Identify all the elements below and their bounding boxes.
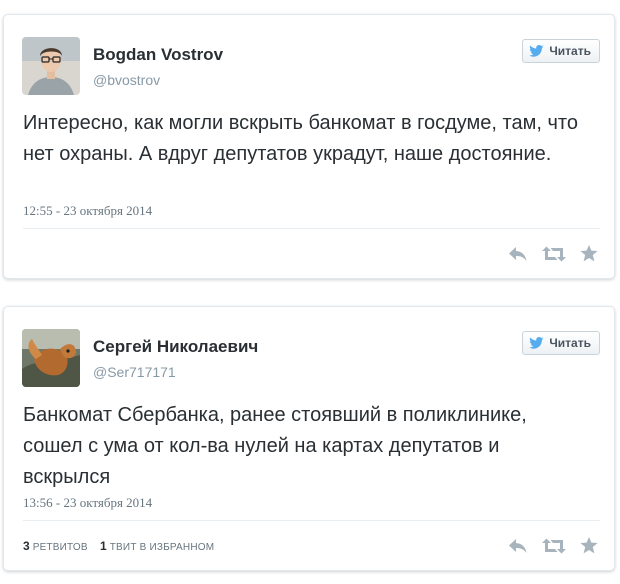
tweet-timestamp[interactable]: 13:56 - 23 октября 2014 (23, 495, 152, 511)
tweet-card: Bogdan Vostrov @bvostrov Читать Интересн… (3, 14, 615, 279)
follow-button[interactable]: Читать (522, 331, 600, 355)
avatar[interactable] (22, 37, 80, 95)
retweets-count[interactable]: 3 (23, 539, 30, 553)
avatar[interactable] (22, 329, 80, 387)
tweet-text: Интересно, как могли вскрыть банкомат в … (23, 112, 578, 165)
divider (23, 228, 600, 229)
twitter-bird-icon (529, 45, 544, 57)
reply-icon[interactable] (508, 538, 528, 559)
follow-button[interactable]: Читать (522, 39, 600, 63)
reply-icon[interactable] (508, 246, 528, 267)
favorites-count[interactable]: 1 (100, 539, 107, 553)
tweet-actions (508, 245, 598, 267)
divider (23, 520, 600, 521)
twitter-bird-icon (529, 337, 544, 349)
tweet-timestamp[interactable]: 12:55 - 23 октября 2014 (23, 203, 152, 219)
retweet-icon[interactable] (542, 246, 566, 267)
favorite-icon[interactable] (580, 537, 598, 559)
user-handle[interactable]: @bvostrov (93, 72, 160, 88)
tweet-actions (508, 537, 598, 559)
tweet-card: Сергей Николаевич @Ser717171 Читать Банк… (3, 306, 615, 571)
user-name[interactable]: Bogdan Vostrov (93, 45, 223, 65)
retweet-icon[interactable] (542, 538, 566, 559)
tweet-stats: 3 ретвитов 1 твит в избранном (23, 539, 214, 553)
user-handle[interactable]: @Ser717171 (93, 364, 176, 380)
favorite-icon[interactable] (580, 245, 598, 267)
favorites-label[interactable]: твит в избранном (110, 542, 215, 553)
tweet-text: Банкомат Сбербанка, ранее стоявший в пол… (23, 404, 527, 488)
follow-label: Читать (549, 44, 591, 58)
retweets-label[interactable]: ретвитов (33, 542, 88, 553)
user-name[interactable]: Сергей Николаевич (93, 337, 258, 357)
follow-label: Читать (549, 336, 591, 350)
